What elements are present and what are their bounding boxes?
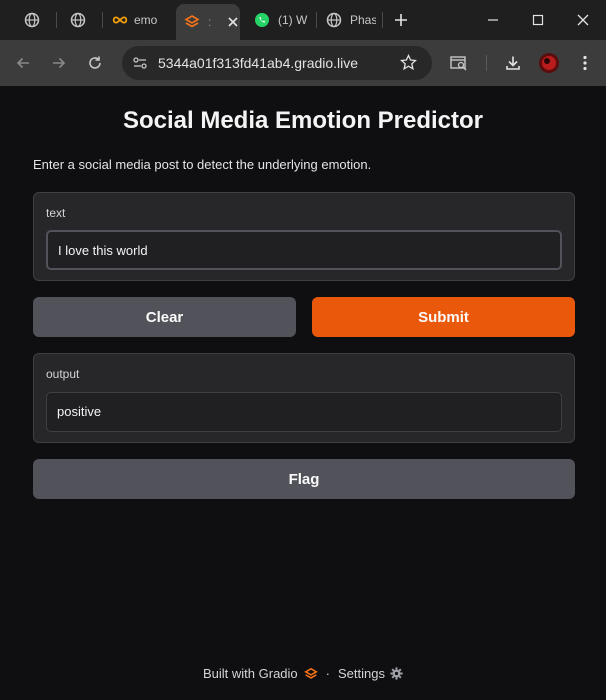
tab-active-gradio[interactable]: : [176, 4, 240, 40]
footer-separator: · [325, 666, 330, 681]
settings-link[interactable]: Settings [338, 666, 403, 681]
infinity-icon [112, 12, 128, 28]
output-label: output [46, 367, 80, 381]
tab-1[interactable] [24, 6, 42, 34]
browser-toolbar: 5344a01f313fd41ab4.gradio.live [0, 40, 606, 86]
submit-button[interactable]: Submit [312, 297, 575, 337]
close-icon[interactable] [225, 14, 240, 30]
plus-icon [395, 14, 407, 26]
gear-icon [390, 667, 403, 680]
input-label: text [46, 206, 66, 220]
clear-button[interactable]: Clear [33, 297, 296, 337]
profile-avatar[interactable] [535, 49, 563, 77]
built-with-link[interactable]: Built with Gradio [203, 666, 318, 681]
tab-5[interactable]: (1) W [254, 6, 314, 34]
tab-5-label: (1) W [278, 13, 308, 27]
tab-separator [56, 12, 57, 28]
whatsapp-icon [254, 12, 270, 28]
tab-separator [316, 12, 317, 28]
tab-3-label: emo [134, 13, 158, 27]
tab-active-label: : [208, 15, 212, 29]
close-icon [577, 14, 589, 26]
download-icon [506, 56, 520, 70]
kebab-menu-icon [583, 55, 587, 71]
reload-icon [89, 56, 101, 69]
back-button[interactable] [9, 49, 37, 77]
url-text: 5344a01f313fd41ab4.gradio.live [158, 55, 359, 71]
tab-separator [102, 12, 103, 28]
reload-button[interactable] [81, 49, 109, 77]
maximize-button[interactable] [515, 0, 561, 40]
forward-button[interactable] [45, 49, 73, 77]
gradio-app: Social Media Emotion Predictor Enter a s… [0, 86, 606, 700]
tab-search-button[interactable] [445, 49, 473, 77]
downloads-button[interactable] [499, 49, 527, 77]
maximize-icon [532, 14, 544, 26]
new-tab-button[interactable] [394, 6, 410, 34]
gradio-icon [184, 14, 200, 30]
flag-button[interactable]: Flag [33, 459, 575, 499]
minimize-button[interactable] [470, 0, 516, 40]
star-icon[interactable] [399, 53, 418, 76]
browser-menu-button[interactable] [571, 49, 599, 77]
text-input[interactable] [46, 230, 562, 270]
gradio-logo-icon [303, 667, 318, 679]
tab-6[interactable]: Phas [326, 6, 376, 34]
tab-search-icon [450, 56, 467, 71]
page-title: Social Media Emotion Predictor [122, 107, 484, 134]
minimize-icon [488, 19, 498, 21]
footer: Built with Gradio · Settings [0, 666, 606, 681]
tab-3[interactable]: emo [112, 6, 164, 34]
browser-tab-strip: emo : (1) W Phas [0, 0, 606, 40]
close-window-button[interactable] [560, 0, 606, 40]
page-description: Enter a social media post to detect the … [33, 157, 372, 172]
arrow-left-icon [16, 57, 29, 69]
tab-2[interactable] [70, 6, 88, 34]
address-bar[interactable]: 5344a01f313fd41ab4.gradio.live [122, 46, 432, 80]
built-with-text: Built with Gradio [203, 666, 298, 681]
arrow-right-icon [53, 57, 66, 69]
globe-icon [24, 12, 40, 28]
toolbar-divider [486, 55, 487, 71]
input-block: text [33, 192, 575, 281]
tab-6-label: Phas [350, 13, 376, 27]
output-textbox[interactable]: positive [46, 392, 562, 432]
site-settings-icon[interactable] [132, 55, 148, 76]
settings-text: Settings [338, 666, 385, 681]
avatar-icon [539, 53, 559, 73]
globe-icon [70, 12, 86, 28]
globe-icon [326, 12, 342, 28]
tab-separator [382, 12, 383, 28]
output-block: output positive [33, 353, 575, 443]
